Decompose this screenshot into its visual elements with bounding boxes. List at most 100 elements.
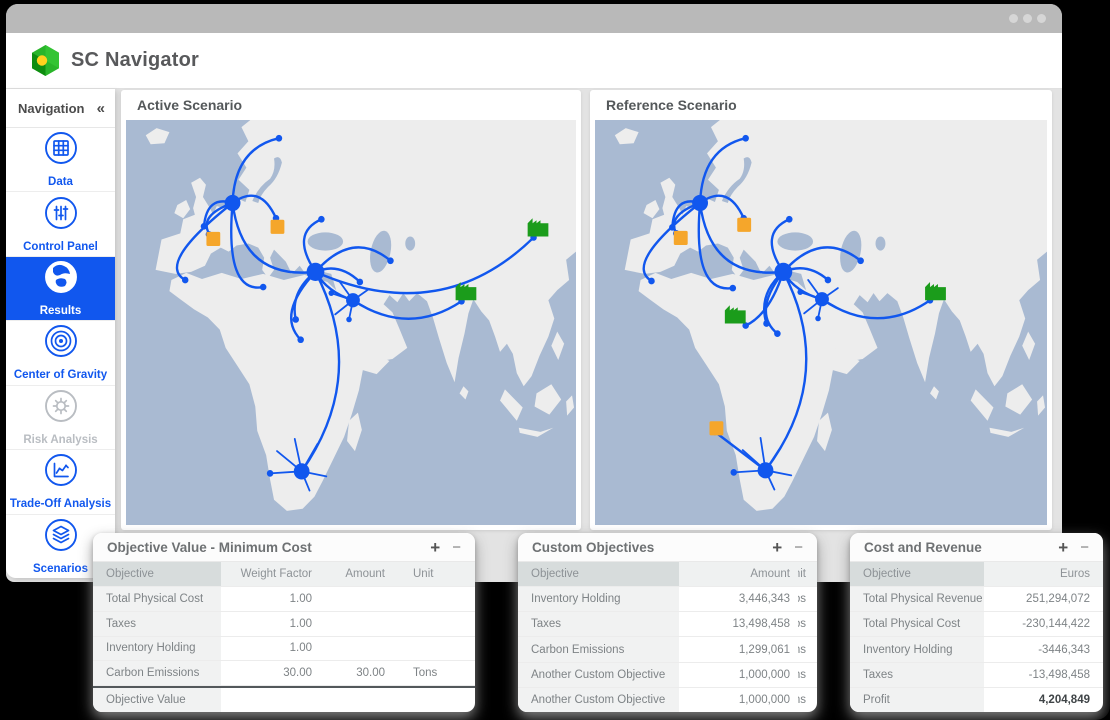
warehouse-square: [674, 231, 688, 245]
sidebar-item-label: Center of Gravity: [12, 369, 109, 382]
warehouse-square: [271, 220, 285, 234]
table-card-header: Cost and Revenue+−: [850, 533, 1103, 562]
reference-scenario-map[interactable]: [595, 120, 1047, 525]
three-dots-menu-icon[interactable]: [1004, 14, 1046, 23]
sidebar-title: Navigation: [18, 101, 84, 116]
table-cell: Total Physical Cost: [850, 612, 984, 636]
warehouse-square: [206, 232, 220, 246]
table-cell: [320, 612, 393, 636]
table-cell: 1,299,061: [679, 637, 798, 661]
app-header: SC Navigator: [6, 33, 1062, 89]
layers-icon: [43, 517, 79, 558]
column-header: Unit: [393, 562, 475, 586]
target-icon: [43, 323, 79, 364]
sidebar-item-label: Risk Analysis: [21, 434, 99, 447]
sliders-icon: [43, 195, 79, 236]
sidebar-item-trade-off-analysis[interactable]: Trade-Off Analysis: [6, 450, 115, 514]
table-cell: 251,294,072: [984, 587, 1103, 611]
remove-row-button[interactable]: −: [1080, 540, 1089, 555]
table-title: Cost and Revenue: [864, 540, 1058, 555]
table-row: Another Custom Objective1,000,000Tons: [518, 663, 817, 688]
table-cell: [320, 688, 393, 712]
sidebar-item-label: Scenarios: [31, 563, 90, 576]
table-row: Inventory Holding-3446,343: [850, 637, 1103, 662]
table-cell: [221, 688, 320, 712]
table-cell: [393, 587, 475, 611]
column-header: Euros: [984, 562, 1103, 586]
table-cell: Tons: [798, 637, 817, 661]
add-row-button[interactable]: +: [430, 539, 440, 556]
table-cell: Taxes: [850, 663, 984, 687]
sun-icon: [43, 388, 79, 429]
table-card: Objective Value - Minimum Cost+−Objectiv…: [93, 533, 475, 712]
table-header-row: ObjectiveEuros: [850, 562, 1103, 587]
sidebar-item-label: Data: [46, 176, 75, 189]
table-row: Total Physical Cost-230,144,422: [850, 612, 1103, 637]
table-cell: 1.00: [221, 587, 320, 611]
column-header: Unit: [798, 562, 817, 586]
map-panel-reference: Reference Scenario: [590, 90, 1052, 530]
table-cell: Inventory Holding: [518, 587, 679, 611]
add-row-button[interactable]: +: [1058, 539, 1068, 556]
remove-row-button[interactable]: −: [452, 540, 461, 555]
table-row: Carbon Emissions30.0030.00Tons-38971,830: [93, 661, 475, 686]
add-row-button[interactable]: +: [772, 539, 782, 556]
table-cell: 30.00: [221, 661, 320, 685]
table-cell: Carbon Emissions: [518, 637, 679, 661]
table-cell: Tons: [798, 688, 817, 712]
collapse-sidebar-icon[interactable]: «: [97, 100, 103, 117]
table-footer-row: Profit4,204,849: [850, 688, 1103, 712]
sidebar-item-center-of-gravity[interactable]: Center of Gravity: [6, 321, 115, 385]
column-header: Amount: [679, 562, 798, 586]
chart-icon: [43, 452, 79, 493]
sidebar-item-results[interactable]: Results: [6, 257, 115, 321]
window-titlebar: [6, 4, 1062, 33]
table-footer-row: Objective Value-247,089,223: [93, 686, 475, 712]
table-cell: Objective Value: [93, 688, 221, 712]
sidebar-item-control-panel[interactable]: Control Panel: [6, 192, 115, 256]
table-cell: Tons: [798, 663, 817, 687]
table-title: Custom Objectives: [532, 540, 772, 555]
table-cell: Euros: [798, 612, 817, 636]
table-cell: 1.00: [221, 612, 320, 636]
navigation-sidebar: Navigation « Data Control Panel Results Cen…: [6, 89, 115, 578]
table-cell: 13,498,458: [679, 612, 798, 636]
table-cell: Inventory Holding: [850, 637, 984, 661]
table-cell: Total Physical Revenue: [850, 587, 984, 611]
table-cell: Inventory Holding: [93, 637, 221, 661]
table-cell: Total Physical Cost: [93, 587, 221, 611]
map-panel-title: Active Scenario: [121, 90, 581, 120]
table-cell: Another Custom Objective: [518, 688, 679, 712]
table-card-header: Custom Objectives+−: [518, 533, 817, 562]
globe-icon: [43, 259, 79, 300]
active-scenario-map[interactable]: [126, 120, 576, 525]
table-footer-value: 4,204,849: [984, 688, 1103, 712]
column-header: Objective: [850, 562, 984, 586]
table-cell: Tons: [393, 661, 475, 685]
table-cell: [320, 637, 393, 661]
table-cell: Taxes: [93, 612, 221, 636]
table-card: Custom Objectives+−ObjectiveAmountUnitIn…: [518, 533, 817, 712]
sidebar-item-label: Control Panel: [21, 241, 100, 254]
sidebar-item-label: Results: [38, 305, 84, 318]
screenshot-canvas: SC Navigator Navigation « Data Control Pa…: [0, 0, 1110, 720]
table-header-row: ObjectiveAmountUnit: [518, 562, 817, 587]
column-header: Objective: [93, 562, 221, 586]
table-row: Taxes1.00-13,498,458: [93, 612, 475, 637]
table-header-row: ObjectiveWeight FactorAmountUnitEuros: [93, 562, 475, 587]
sidebar-nav-list: Data Control Panel Results Center of Gravit…: [6, 128, 115, 578]
table-cell: -13,498,458: [984, 663, 1103, 687]
table-row: Carbon Emissions1,299,061Tons: [518, 637, 817, 662]
table-row: Total Physical Cost1.00-230,144,422: [93, 587, 475, 612]
table-cell: Another Custom Objective: [518, 663, 679, 687]
table-card-header: Objective Value - Minimum Cost+−: [93, 533, 475, 562]
app-title: SC Navigator: [71, 49, 199, 72]
column-header: Amount: [320, 562, 393, 586]
table-cell: [320, 587, 393, 611]
table-row: Total Physical Revenue251,294,072: [850, 587, 1103, 612]
sidebar-item-data[interactable]: Data: [6, 128, 115, 192]
table-cell: 3,446,343: [679, 587, 798, 611]
sc-navigator-logo-icon: [30, 44, 61, 77]
table-row: Inventory Holding1.00-3446,343: [93, 637, 475, 662]
remove-row-button[interactable]: −: [794, 540, 803, 555]
